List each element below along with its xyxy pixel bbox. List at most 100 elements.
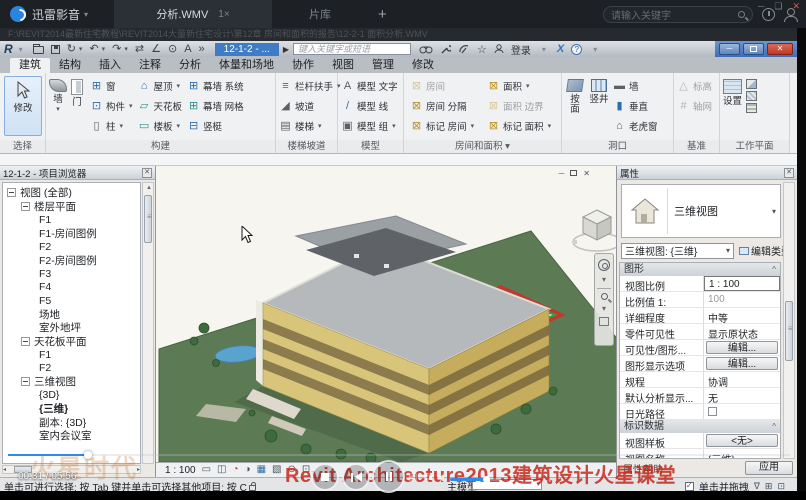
ribbon-item[interactable]: ▣模型 组 bbox=[341, 116, 401, 136]
modify-button[interactable]: 修改 bbox=[4, 76, 42, 136]
detail-level-icon[interactable]: ▭ bbox=[202, 465, 211, 475]
sun-path-icon[interactable]: ◔ bbox=[233, 465, 239, 475]
collapse-icon[interactable] bbox=[21, 377, 30, 386]
tree-item[interactable]: 场地 bbox=[3, 308, 140, 322]
player-search-input[interactable]: 请输入关键字 bbox=[603, 6, 753, 23]
ribbon-item[interactable]: ▱天花板 bbox=[138, 96, 183, 116]
scroll-thumb[interactable] bbox=[785, 301, 793, 361]
view-restore-icon[interactable] bbox=[570, 170, 577, 176]
scroll-thumb[interactable] bbox=[144, 195, 152, 243]
shaft-button[interactable]: 竖井 bbox=[588, 75, 610, 139]
ref-plane-icon[interactable] bbox=[746, 91, 757, 101]
ribbon-item[interactable]: ⌂老虎窗 bbox=[613, 116, 658, 136]
ribbon-tab[interactable]: 分析 bbox=[170, 58, 210, 73]
favorites-star-icon[interactable]: ☆ bbox=[477, 43, 487, 56]
search-binoculars-icon[interactable] bbox=[419, 45, 433, 54]
collapse-icon[interactable] bbox=[21, 337, 30, 346]
navigation-bar[interactable]: ▾ ▾ bbox=[594, 253, 614, 346]
ribbon-item[interactable]: ▭楼板 bbox=[138, 116, 183, 136]
player-tab-video[interactable]: 分析.WMV 1× bbox=[114, 0, 272, 28]
ribbon-tab[interactable]: 结构 bbox=[50, 58, 90, 73]
section-identity[interactable]: 标识数据 bbox=[620, 420, 780, 433]
scroll-up-icon[interactable]: ▲ bbox=[144, 183, 154, 193]
ribbon-item[interactable]: ⊠房间 分隔 bbox=[410, 96, 482, 116]
tree-item[interactable]: F2-房间图例 bbox=[3, 254, 140, 268]
close-icon[interactable]: ✕ bbox=[142, 168, 152, 178]
ribbon-item[interactable]: A模型 文字 bbox=[341, 76, 401, 96]
ribbon-item[interactable]: ⊟竖梃 bbox=[187, 116, 244, 136]
ribbon-tab[interactable]: 协作 bbox=[283, 58, 323, 73]
ribbon-item[interactable]: ▯柱 bbox=[90, 116, 133, 136]
tree-item[interactable]: F3 bbox=[3, 267, 140, 281]
ribbon-item[interactable]: ⊠面积 bbox=[487, 76, 559, 96]
ribbon-tab[interactable]: 建筑 bbox=[10, 58, 50, 73]
pan-icon[interactable] bbox=[599, 317, 609, 326]
tree-item[interactable]: 室外地坪 bbox=[3, 321, 140, 335]
scroll-left-icon[interactable]: ◂ bbox=[3, 466, 6, 473]
press-drag-checkbox[interactable] bbox=[685, 482, 694, 491]
title-expand-icon[interactable]: ▶ bbox=[283, 45, 289, 54]
text-icon[interactable]: A bbox=[184, 44, 191, 55]
ribbon-tab[interactable]: 插入 bbox=[90, 58, 130, 73]
tag-icon[interactable]: ⊙ bbox=[168, 44, 177, 55]
ribbon-item[interactable]: ◢坡道 bbox=[279, 96, 341, 116]
tree-item[interactable]: 视图 (全部) bbox=[3, 186, 140, 200]
ribbon-tab[interactable]: 视图 bbox=[323, 58, 363, 73]
switch-windows-icon[interactable]: ⇄ bbox=[135, 44, 144, 55]
ribbon-item[interactable]: ⊠标记 面积 bbox=[487, 116, 559, 136]
tree-item[interactable]: 副本: {3D} bbox=[3, 416, 140, 430]
tree-item[interactable]: F5 bbox=[3, 294, 140, 308]
ribbon-item[interactable]: ⊞幕墙 网格 bbox=[187, 96, 244, 116]
tree-item[interactable]: F1 bbox=[3, 213, 140, 227]
section-graphics[interactable]: 图形 bbox=[620, 263, 780, 276]
drawing-area[interactable]: ─ ✕ ▾ ▾ bbox=[156, 166, 616, 462]
open-icon[interactable] bbox=[33, 46, 44, 54]
new-tab-button[interactable]: + bbox=[378, 6, 387, 23]
ribbon-item[interactable]: ⊠面积 边界 bbox=[487, 96, 559, 116]
app-menu-caret-icon[interactable]: ▾ bbox=[19, 45, 23, 54]
save-icon[interactable] bbox=[51, 45, 60, 54]
revit-close-button[interactable]: ✕ bbox=[767, 43, 793, 55]
set-workplane-button[interactable]: 设置 bbox=[723, 75, 742, 139]
ribbon-tab[interactable]: 管理 bbox=[363, 58, 403, 73]
tree-item[interactable]: {三维} bbox=[3, 402, 140, 416]
view-minimize-icon[interactable]: ─ bbox=[559, 169, 565, 178]
door-button[interactable]: 门 bbox=[71, 75, 83, 139]
volume-slider[interactable] bbox=[450, 478, 500, 481]
sync-icon[interactable]: ↻ bbox=[67, 44, 76, 55]
seek-bar[interactable] bbox=[8, 454, 790, 456]
wall-button[interactable]: 墙 ▾ bbox=[49, 75, 67, 139]
playlist-icon[interactable]: ▤ bbox=[408, 472, 417, 483]
signin-label[interactable]: 登录 bbox=[511, 42, 531, 57]
ribbon-item[interactable]: △标高 bbox=[677, 76, 717, 96]
minimize-button[interactable]: ─ bbox=[758, 1, 764, 12]
view-close-icon[interactable]: ✕ bbox=[583, 169, 590, 178]
view-scale[interactable]: 1 : 100 bbox=[165, 465, 196, 476]
collapse-icon[interactable] bbox=[7, 188, 16, 197]
maximize-button[interactable]: ❏ bbox=[774, 1, 782, 12]
tree-item[interactable]: 楼层平面 bbox=[3, 200, 140, 214]
type-selector[interactable]: 三维视图 ▾ bbox=[621, 184, 781, 238]
tree-item[interactable]: {3D} bbox=[3, 389, 140, 403]
show-workplane-icon[interactable] bbox=[746, 79, 757, 89]
tree-item[interactable]: 三维视图 bbox=[3, 375, 140, 389]
revit-minimize-button[interactable]: ─ bbox=[719, 43, 740, 55]
stop-button[interactable] bbox=[311, 463, 339, 491]
measure-icon[interactable]: ∠ bbox=[151, 44, 161, 55]
previ ous-button[interactable] bbox=[342, 463, 370, 491]
ribbon-tab[interactable]: 修改 bbox=[403, 58, 443, 73]
communication-center-icon[interactable] bbox=[458, 44, 470, 54]
infocenter-search-input[interactable]: 键入关键字或短语 bbox=[293, 43, 411, 55]
viewcube[interactable] bbox=[571, 204, 616, 254]
properties-scrollbar[interactable] bbox=[783, 182, 795, 459]
ribbon-item[interactable]: ≡栏杆扶手 bbox=[279, 76, 341, 96]
brand-caret-icon[interactable]: ▾ bbox=[84, 10, 88, 19]
playback-speed-badge[interactable]: 1× bbox=[218, 9, 229, 20]
tree-item[interactable]: 室内会议室 bbox=[3, 429, 140, 443]
close-button[interactable]: ✕ bbox=[792, 1, 800, 12]
ribbon-tab[interactable]: 体量和场地 bbox=[210, 58, 283, 73]
ribbon-item[interactable]: ⊠标记 房间 bbox=[410, 116, 482, 136]
volume-icon[interactable] bbox=[438, 474, 444, 482]
seek-handle[interactable] bbox=[84, 451, 92, 459]
crop-view-icon[interactable]: ▦ bbox=[257, 465, 266, 475]
